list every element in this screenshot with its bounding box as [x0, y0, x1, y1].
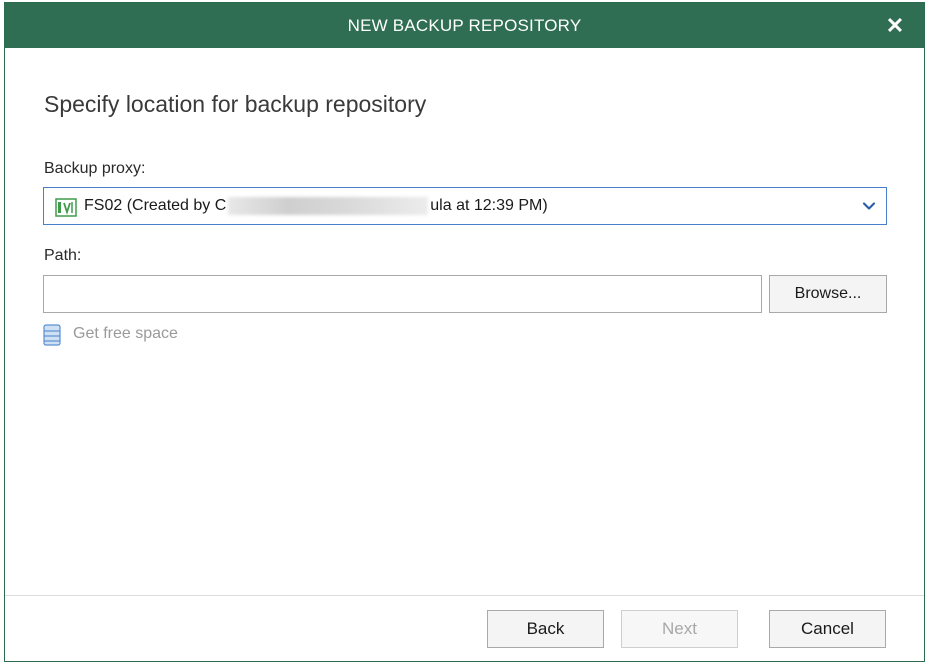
page-heading: Specify location for backup repository	[44, 91, 427, 117]
path-label: Path:	[44, 247, 82, 264]
chevron-down-icon[interactable]	[862, 199, 876, 213]
path-input[interactable]	[43, 275, 762, 313]
dialog-title: NEW BACKUP REPOSITORY	[347, 16, 582, 35]
footer-divider	[5, 595, 924, 596]
get-free-space-label: Get free space	[73, 325, 178, 342]
backup-proxy-select[interactable]: FS02 (Created by C ula at 12:39 PM)	[43, 187, 887, 225]
close-button[interactable]: ✕	[878, 9, 912, 43]
redacted-region	[228, 196, 429, 215]
database-icon	[43, 324, 61, 346]
selected-proxy-prefix: FS02 (Created by C	[84, 197, 227, 214]
next-button[interactable]: Next	[621, 610, 738, 648]
selected-proxy: FS02 (Created by C ula at 12:39 PM)	[84, 188, 548, 224]
close-icon: ✕	[885, 13, 905, 38]
server-icon	[55, 198, 77, 217]
browse-button[interactable]: Browse...	[769, 275, 887, 313]
backup-proxy-label: Backup proxy:	[44, 160, 146, 177]
selected-proxy-suffix: ula at 12:39 PM)	[430, 197, 548, 214]
cancel-button[interactable]: Cancel	[769, 610, 886, 648]
title-bar: NEW BACKUP REPOSITORY ✕	[5, 3, 924, 48]
back-button[interactable]: Back	[487, 610, 604, 648]
dialog-window: NEW BACKUP REPOSITORY ✕ Specify location…	[4, 2, 925, 662]
